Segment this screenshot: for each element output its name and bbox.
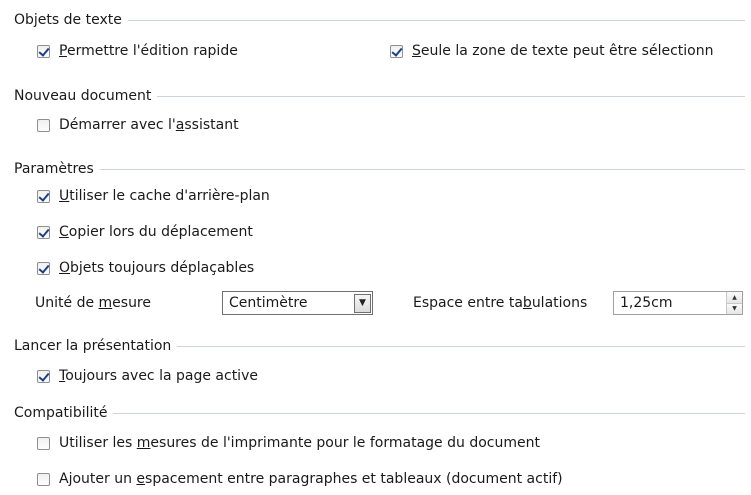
checkbox-box[interactable] [37, 472, 50, 486]
checkbox-paragraph-spacing[interactable]: Ajouter un espacement entre paragraphes … [37, 469, 563, 489]
checkbox-quick-edit[interactable]: Permettre l'édition rapide [37, 41, 238, 61]
unit-label: Unité de mesure [35, 295, 151, 311]
section-title: Lancer la présentation [14, 338, 172, 354]
checkbox-box[interactable] [37, 261, 50, 275]
section-text-objects: Objets de texte [14, 10, 745, 30]
section-title: Objets de texte [14, 12, 122, 28]
checkbox-label: Copier lors du déplacement [59, 224, 253, 240]
section-presentation: Lancer la présentation [14, 336, 745, 356]
checkbox-text-area-only[interactable]: Seule la zone de texte peut être sélecti… [390, 41, 748, 61]
checkbox-start-wizard[interactable]: Démarrer avec l'assistant [37, 115, 239, 135]
section-new-document: Nouveau document [14, 86, 745, 106]
checkbox-box[interactable] [37, 436, 50, 450]
checkbox-label: Démarrer avec l'assistant [59, 117, 239, 133]
checkbox-always-active-page[interactable]: Toujours avec la page active [37, 366, 258, 386]
section-title: Compatibilité [14, 405, 108, 421]
checkbox-box[interactable] [37, 225, 50, 239]
checkbox-copy-on-move[interactable]: Copier lors du déplacement [37, 222, 253, 242]
unit-select[interactable]: Centimètre ▼ [222, 291, 373, 315]
section-settings: Paramètres [14, 159, 745, 179]
checkbox-box[interactable] [390, 44, 403, 58]
checkbox-label: Permettre l'édition rapide [59, 43, 238, 59]
spin-down-icon[interactable]: ▼ [727, 302, 742, 314]
checkbox-label: Utiliser le cache d'arrière-plan [59, 188, 270, 204]
section-title: Nouveau document [14, 88, 152, 104]
checkbox-label: Utiliser les mesures de l'imprimante pou… [59, 435, 540, 451]
checkbox-box[interactable] [37, 118, 50, 132]
section-divider [177, 345, 745, 347]
checkbox-box[interactable] [37, 44, 50, 58]
section-divider [99, 168, 745, 170]
unit-select-value: Centimètre [229, 295, 308, 311]
chevron-down-icon[interactable]: ▼ [354, 293, 371, 313]
section-compatibility: Compatibilité [14, 403, 745, 423]
checkbox-label: Seule la zone de texte peut être sélecti… [412, 43, 714, 59]
checkbox-printer-metrics[interactable]: Utiliser les mesures de l'imprimante pou… [37, 433, 540, 453]
tab-spacing-value[interactable]: 1,25cm [614, 295, 726, 311]
tab-spacing-spinbox[interactable]: 1,25cm ▲ ▼ [613, 291, 743, 315]
checkbox-label: Objets toujours déplaçables [59, 260, 255, 276]
tab-spacing-label: Espace entre tabulations [413, 295, 588, 311]
spin-up-icon[interactable]: ▲ [727, 292, 742, 303]
section-divider [157, 95, 745, 97]
section-title: Paramètres [14, 161, 94, 177]
section-divider [113, 412, 745, 414]
section-divider [127, 19, 745, 21]
checkbox-label: Ajouter un espacement entre paragraphes … [59, 471, 563, 487]
checkbox-label: Toujours avec la page active [59, 368, 258, 384]
checkbox-bg-cache[interactable]: Utiliser le cache d'arrière-plan [37, 186, 270, 206]
checkbox-objects-movable[interactable]: Objets toujours déplaçables [37, 258, 254, 278]
checkbox-box[interactable] [37, 189, 50, 203]
checkbox-box[interactable] [37, 369, 50, 383]
